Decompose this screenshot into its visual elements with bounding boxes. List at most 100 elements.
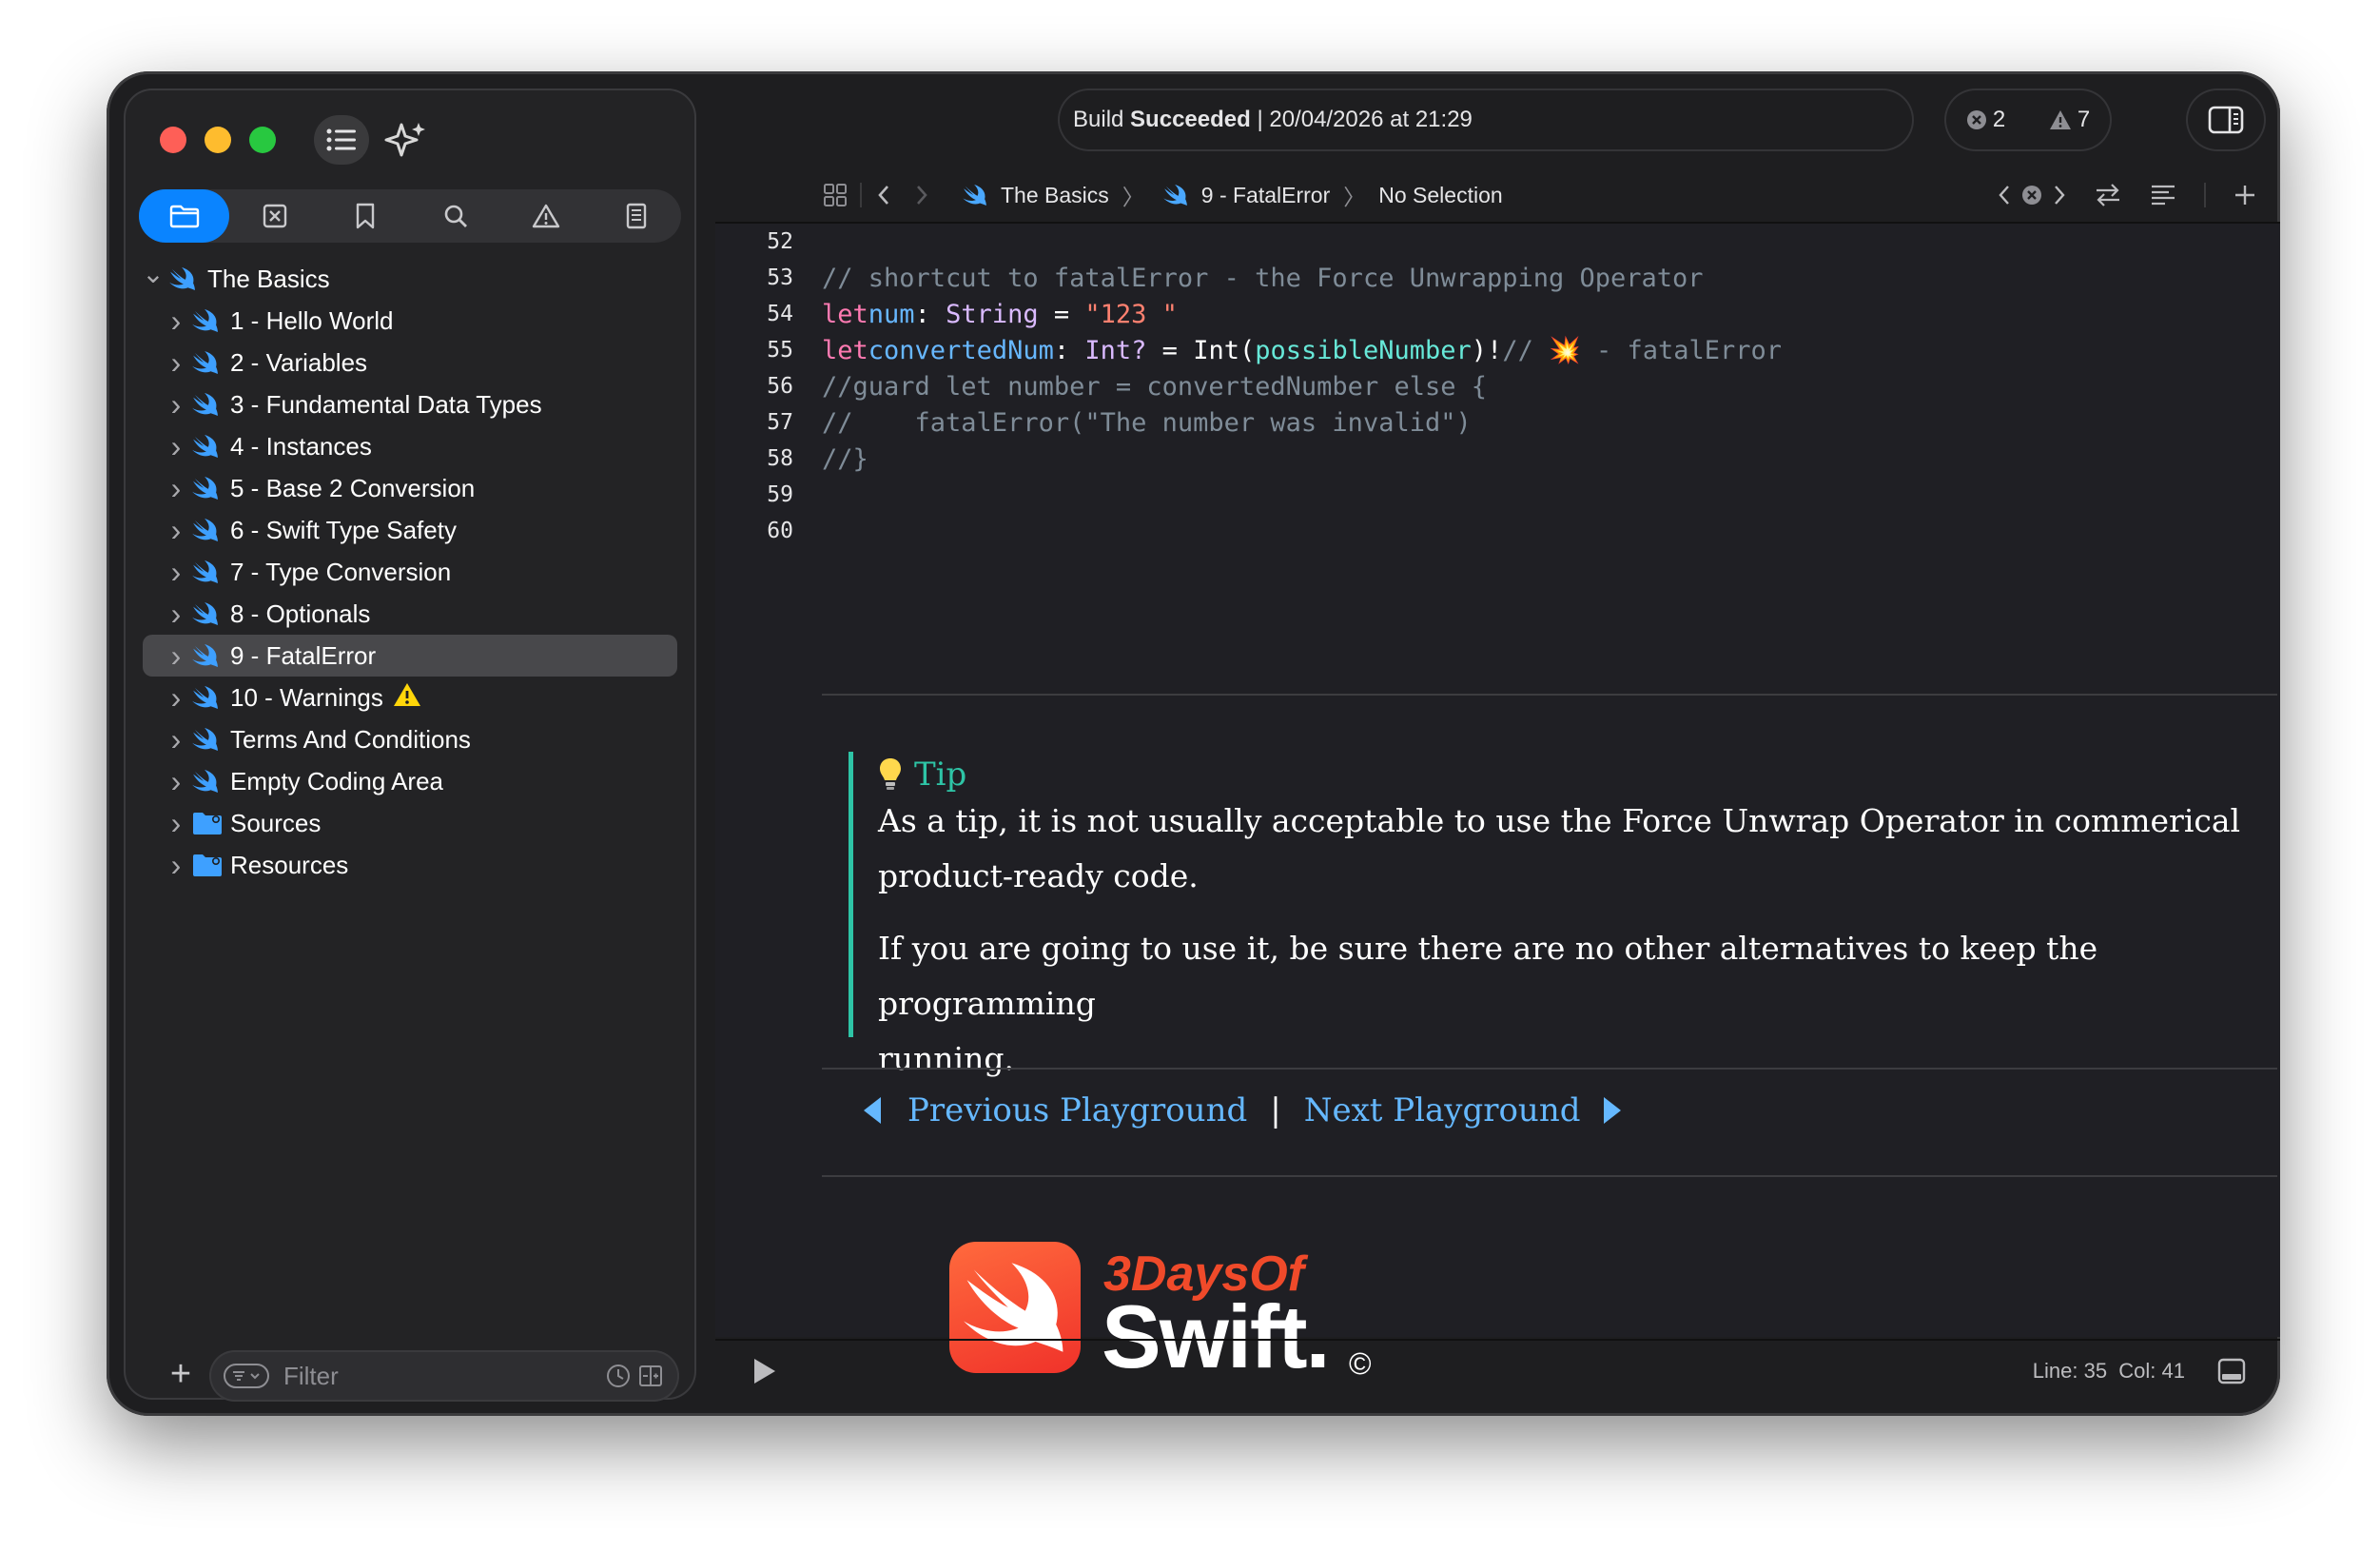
next-arrow-icon[interactable]: [1600, 1094, 1625, 1127]
disclosure-collapsed-icon[interactable]: ›: [166, 513, 186, 548]
type-name: String: [946, 299, 1039, 329]
add-file-button[interactable]: +: [162, 1354, 200, 1395]
compare-icon[interactable]: [2094, 182, 2122, 208]
filter-options-icon[interactable]: [223, 1362, 270, 1390]
warning-triangle-icon: [532, 204, 559, 228]
disclosure-collapsed-icon[interactable]: ›: [166, 806, 186, 841]
tree-playground-item[interactable]: › 2 - Variables: [143, 342, 677, 383]
tree-playground-item[interactable]: › 4 - Instances: [143, 425, 677, 467]
tip-text: running.: [878, 1040, 1014, 1077]
swift-icon: [192, 558, 221, 586]
issues-summary[interactable]: 2 7: [1944, 88, 2112, 151]
breadcrumb: The Basics 〉 9 - FatalError 〉 No Selecti…: [957, 179, 1503, 211]
disclosure-collapsed-icon[interactable]: ›: [166, 555, 186, 590]
tree-folder-item[interactable]: › Resources: [143, 844, 677, 886]
tree-playground-item[interactable]: › 10 - Warnings: [143, 677, 677, 718]
breadcrumb-item[interactable]: 9 - FatalError: [1201, 183, 1330, 208]
back-chevron-icon[interactable]: [873, 182, 894, 208]
add-editor-icon[interactable]: [2233, 183, 2257, 207]
sparkle-icon[interactable]: [380, 115, 430, 165]
tree-playground-item[interactable]: › 8 - Optionals: [143, 593, 677, 635]
line-number: 59: [767, 482, 793, 507]
disclosure-collapsed-icon[interactable]: ›: [166, 848, 186, 883]
disclosure-collapsed-icon[interactable]: ›: [166, 638, 186, 674]
breadcrumb-item[interactable]: No Selection: [1378, 183, 1502, 208]
previous-playground-link[interactable]: Previous Playground: [907, 1091, 1247, 1129]
next-playground-link[interactable]: Next Playground: [1304, 1091, 1581, 1129]
tree-playground-item[interactable]: › 7 - Type Conversion: [143, 551, 677, 593]
folder-icon: [192, 811, 223, 835]
inline-comment: // 💥 - fatalError: [1502, 336, 1783, 365]
line-number: 60: [767, 519, 793, 543]
disclosure-collapsed-icon[interactable]: ›: [166, 680, 186, 716]
identifier: num: [868, 299, 915, 329]
swift-icon: [192, 599, 221, 628]
status-bar: Line: 35 Col: 41: [715, 1339, 2280, 1402]
forward-chevron-icon[interactable]: [911, 182, 932, 208]
recent-files-icon[interactable]: [605, 1363, 632, 1389]
disclosure-collapsed-icon[interactable]: ›: [166, 471, 186, 506]
previous-arrow-icon[interactable]: [860, 1094, 885, 1127]
bookmarks-tab[interactable]: [320, 189, 410, 243]
tree-playground-item[interactable]: › 5 - Base 2 Conversion: [143, 467, 677, 509]
close-window-button[interactable]: [160, 127, 186, 153]
x-square-icon: [263, 204, 286, 228]
tree-playground-item[interactable]: › 9 - FatalError: [143, 635, 677, 677]
list-icon: [326, 128, 356, 151]
breadcrumb-separator-icon: 〉: [1122, 185, 1144, 209]
issue-close-icon[interactable]: [2021, 185, 2042, 206]
tree-root-item[interactable]: ⌄ The Basics: [142, 258, 677, 300]
error-count-badge[interactable]: 2: [1966, 107, 2005, 133]
tree-playground-item[interactable]: › 1 - Hello World: [143, 300, 677, 342]
tip-paragraph-2: If you are going to use it, be sure ther…: [878, 921, 2256, 1087]
filter-field[interactable]: Filter: [209, 1350, 679, 1402]
previous-issue-icon[interactable]: [1997, 183, 2012, 207]
next-issue-icon[interactable]: [2052, 183, 2067, 207]
line-number: 53: [767, 265, 793, 290]
related-items-icon[interactable]: [822, 182, 849, 208]
build-status-prefix: Build: [1073, 107, 1124, 132]
source-control-tab[interactable]: [229, 189, 320, 243]
reports-tab[interactable]: [591, 189, 681, 243]
tree-playground-item[interactable]: › 6 - Swift Type Safety: [143, 509, 677, 551]
disclosure-collapsed-icon[interactable]: ›: [166, 597, 186, 632]
tree-item-label: The Basics: [207, 264, 330, 293]
project-navigator-tab[interactable]: [139, 189, 229, 243]
issues-tab[interactable]: [500, 189, 591, 243]
disclosure-collapsed-icon[interactable]: ›: [166, 429, 186, 464]
warning-count-badge[interactable]: 7: [2049, 107, 2090, 133]
disclosure-collapsed-icon[interactable]: ›: [166, 345, 186, 381]
tree-folder-item[interactable]: › Sources: [143, 802, 677, 844]
tip-text: As a tip, it is not usually acceptable t…: [878, 802, 2241, 839]
toggle-debug-area-icon[interactable]: [2217, 1358, 2246, 1384]
swift-icon: [192, 474, 221, 502]
navigator-tabs: [139, 189, 681, 243]
tip-text: If you are going to use it, be sure ther…: [878, 930, 2098, 1022]
source-editor[interactable]: 52 53 54 55 56 57 58 59 60 // shortcut to fatalE…: [715, 224, 2280, 1386]
line-number: 56: [767, 374, 793, 399]
run-play-icon[interactable]: [750, 1356, 778, 1386]
build-status[interactable]: Build Succeeded | 20/04/2026 at 21:29: [1058, 88, 1914, 151]
tree-playground-item[interactable]: › 3 - Fundamental Data Types: [143, 383, 677, 425]
inspector-sidebar-icon: [2208, 106, 2244, 134]
tree-playground-item[interactable]: › Empty Coding Area: [143, 760, 677, 802]
divider: [822, 694, 2277, 696]
issue-stepper[interactable]: [1997, 183, 2067, 207]
toggle-navigator-button[interactable]: [314, 115, 369, 165]
line-number: 54: [767, 302, 793, 326]
minimize-window-button[interactable]: [205, 127, 231, 153]
disclosure-collapsed-icon[interactable]: ›: [166, 722, 186, 757]
breadcrumb-item[interactable]: The Basics: [1001, 183, 1109, 208]
source-control-filter-icon[interactable]: [637, 1363, 664, 1389]
disclosure-collapsed-icon[interactable]: ›: [166, 387, 186, 422]
toggle-inspector-button[interactable]: [2186, 88, 2266, 151]
editor-options-icon[interactable]: [2149, 183, 2177, 207]
disclosure-collapsed-icon[interactable]: ›: [166, 304, 186, 339]
zoom-window-button[interactable]: [249, 127, 276, 153]
tip-text: product-ready code.: [878, 857, 1199, 894]
find-tab[interactable]: [410, 189, 500, 243]
tree-playground-item[interactable]: › Terms And Conditions: [143, 718, 677, 760]
disclosure-expanded-icon[interactable]: ⌄: [142, 258, 164, 289]
disclosure-collapsed-icon[interactable]: ›: [166, 764, 186, 799]
swift-icon: [192, 767, 221, 795]
